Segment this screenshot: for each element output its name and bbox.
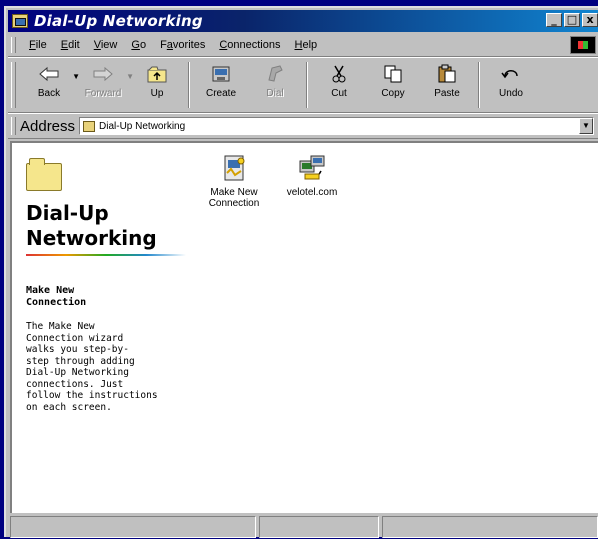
dial-up-connection-icon [299,155,325,180]
dial-phone-icon [264,62,286,86]
pane-subtitle-line2: Connection [26,297,87,308]
create-label: Create [205,88,236,99]
undo-icon [500,62,522,86]
pane-title-line2: Networking [26,226,157,250]
dial-up-folder-icon [83,120,96,132]
address-dropdown-icon[interactable]: ▼ [579,118,593,134]
pane-desc-line: step through adding [26,355,135,367]
dial-up-folder-icon[interactable] [12,14,28,28]
title-bar[interactable]: Dial-Up Networking _ □ x [8,10,598,32]
menu-connections[interactable]: Connections [212,39,287,51]
toolbar-separator [188,62,190,108]
up-folder-icon [146,62,168,86]
pane-subtitle: Make New Connection [26,285,176,309]
addressbar-grip[interactable] [11,117,16,135]
toolbar-separator [478,62,480,108]
menu-favorites[interactable]: Favorites [153,39,212,51]
back-button[interactable]: Back ▼ [22,58,80,108]
status-panel-middle [259,516,379,538]
menu-bar: File Edit View Go Favorites Connections … [8,34,598,57]
create-connection-icon [210,62,232,86]
menu-view-accel: V [93,39,101,51]
menu-favorites-pre: F [160,39,167,51]
menu-view[interactable]: View [87,39,125,51]
menu-help-rest: elp [302,39,318,51]
back-label: Back [37,88,61,99]
forward-label: Forward [84,88,122,99]
copy-button[interactable]: Copy [366,58,420,108]
cut-label: Cut [331,88,347,99]
address-bar: Address Dial-Up Networking ▼ [8,113,598,139]
pane-desc-line: The Make New [26,321,95,332]
up-button[interactable]: Up [130,58,184,108]
copy-label: Copy [381,88,405,99]
window-controls: _ □ x [544,13,598,27]
address-label: Address [20,117,76,135]
explorer-window: Dial-Up Networking _ □ x File Edit View … [4,6,598,539]
menu-edit-rest: dit [68,39,80,51]
scissors-icon [328,62,350,86]
pane-desc-line: connections. Just [26,378,124,390]
toolbar-grip[interactable] [11,62,16,108]
maximize-button[interactable]: □ [564,13,580,27]
make-new-connection-icon [224,155,245,181]
address-value: Dial-Up Networking [99,120,186,132]
menu-favorites-rest: vorites [172,39,206,51]
copy-icon [382,62,404,86]
menu-help[interactable]: Help [288,39,325,51]
menu-edit-accel: E [60,39,69,51]
make-new-connection-item[interactable]: Make New Connection [202,153,266,209]
paste-label: Paste [434,88,460,99]
menu-view-rest: iew [100,39,118,51]
menu-go-accel: G [131,39,140,51]
minimize-button[interactable]: _ [546,13,562,27]
dial-button[interactable]: Dial [248,58,302,108]
paste-clipboard-icon [436,62,458,86]
menubar-grip[interactable] [11,37,16,53]
create-button[interactable]: Create [194,58,248,108]
pane-desc-line: on each screen. [26,401,112,413]
pane-title-line1: Dial-Up [26,201,109,225]
status-panel-main [10,516,256,538]
web-view-pane: Dial-Up Networking Make New Connection T… [12,143,186,513]
windows-logo-icon [570,36,596,54]
menu-file-rest: ile [35,39,47,51]
undo-label: Undo [499,88,523,99]
menu-file[interactable]: File [22,39,54,51]
up-label: Up [150,88,164,99]
pane-desc-line: walks you step-by- [26,344,129,355]
window-title: Dial-Up Networking [34,12,203,30]
cut-button[interactable]: Cut [312,58,366,108]
make-new-connection-label-1: Make New [210,187,258,198]
folder-view: Dial-Up Networking Make New Connection T… [10,141,598,513]
pane-title: Dial-Up Networking [26,201,186,251]
pane-description: The Make New Connection wizard walks you… [26,321,176,413]
address-input[interactable]: Dial-Up Networking ▼ [79,117,594,135]
pane-desc-line: follow the instructions [26,390,158,401]
status-panel-right [382,516,598,538]
menu-go[interactable]: Go [124,39,153,51]
pane-subtitle-line1: Make New [26,285,75,296]
toolbar-separator [306,62,308,108]
close-button[interactable]: x [582,13,598,27]
pane-desc-line: Dial-Up Networking [26,367,129,378]
make-new-connection-label-2: Connection [208,198,260,209]
forward-arrow-icon [92,62,114,86]
velotel-connection-label: velotel.com [286,187,338,198]
folder-icon [26,158,62,191]
forward-button[interactable]: Forward ▼ [76,58,134,108]
undo-button[interactable]: Undo [484,58,538,108]
menu-edit[interactable]: Edit [54,39,87,51]
dial-label: Dial [266,88,284,99]
toolbar: Back ▼ Forward ▼ Up Create Dial Cut Copy… [8,57,598,113]
menu-connections-rest: onnections [227,39,281,51]
pane-desc-line: Connection wizard [26,332,124,344]
back-arrow-icon [38,62,60,86]
menu-go-rest: o [139,39,147,51]
menu-file-accel: F [29,39,36,51]
status-bar [10,516,598,539]
rainbow-divider [26,254,186,256]
velotel-connection-item[interactable]: velotel.com [280,153,344,198]
paste-button[interactable]: Paste [420,58,474,108]
